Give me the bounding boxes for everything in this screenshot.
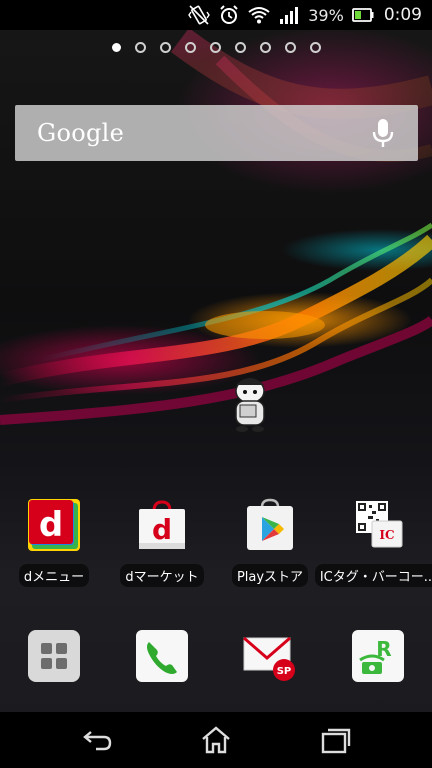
battery-icon [351, 4, 374, 26]
play-store-icon[interactable] [242, 497, 298, 553]
vibrate-icon [188, 4, 211, 26]
page-dot [134, 41, 146, 53]
page-dot [259, 41, 271, 53]
app-d-menu[interactable]: d dメニュー [6, 497, 102, 587]
page-dot [159, 41, 171, 53]
app-drawer-button[interactable] [6, 628, 102, 684]
page-dot [284, 41, 296, 53]
page-dot [309, 41, 321, 53]
wifi-icon [248, 4, 270, 26]
app-remote[interactable]: R [330, 628, 426, 684]
remote-r-icon[interactable]: R [350, 628, 406, 684]
recent-apps-button[interactable] [320, 726, 352, 754]
alarm-clock-icon [218, 4, 240, 26]
navigation-bar [0, 712, 432, 768]
signal-strength-icon [278, 4, 300, 26]
mascot-widget[interactable] [228, 375, 272, 433]
battery-percent: 39% [308, 5, 344, 25]
d-menu-icon[interactable]: d [26, 497, 82, 553]
app-phone[interactable] [114, 628, 210, 684]
status-time: 0:09 [383, 5, 422, 25]
mail-icon[interactable]: SP [242, 628, 298, 684]
phone-icon[interactable] [134, 628, 190, 684]
qr-code-icon[interactable]: IC [350, 497, 406, 553]
app-ic-tag-barcode[interactable]: IC ICタグ・バーコー... [314, 497, 432, 587]
app-label: ICタグ・バーコー... [314, 564, 432, 587]
google-search-widget[interactable]: Google [15, 105, 418, 161]
svg-text:d: d [39, 505, 63, 545]
app-sp-mail[interactable]: SP [222, 628, 318, 684]
page-dot [111, 42, 121, 52]
page-dot [234, 41, 246, 53]
app-label: Playストア [231, 564, 309, 587]
app-d-market[interactable]: d dマーケット [114, 497, 210, 587]
svg-text:d: d [152, 513, 172, 546]
google-logo[interactable]: Google [37, 119, 370, 147]
app-label: dメニュー [18, 564, 90, 587]
page-dot [209, 41, 221, 53]
back-button[interactable] [82, 726, 114, 754]
page-dot [184, 41, 196, 53]
app-drawer-icon[interactable] [26, 628, 82, 684]
app-label: dマーケット [120, 564, 204, 587]
home-button[interactable] [200, 726, 232, 754]
shopping-bag-icon[interactable]: d [134, 497, 190, 553]
status-bar: 39% 0:09 [0, 0, 432, 30]
microphone-icon[interactable] [370, 117, 396, 149]
app-row-1: d dメニュー d dマーケット Playストア IC ICタグ・バーコー... [0, 497, 432, 597]
svg-text:SP: SP [277, 666, 292, 677]
app-play-store[interactable]: Playストア [222, 497, 318, 587]
page-indicator [0, 38, 432, 56]
svg-text:IC: IC [379, 528, 394, 542]
